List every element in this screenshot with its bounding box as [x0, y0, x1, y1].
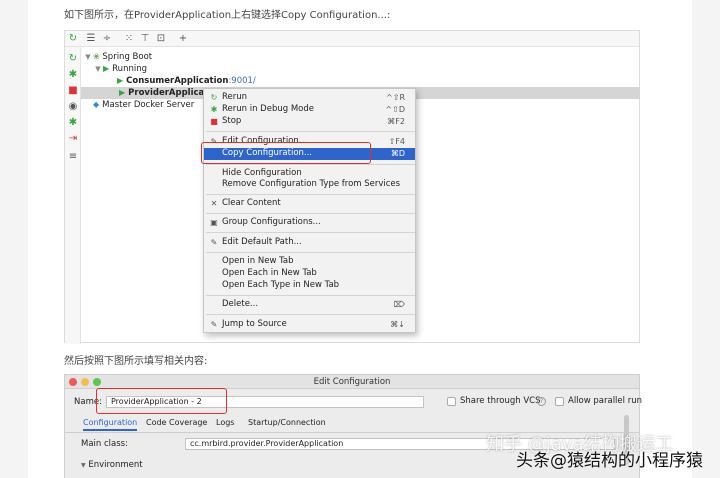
tree-spring-boot[interactable]: ▼ ❀ Spring Boot [83, 51, 152, 63]
menu-item-open-each-type-in-new-tab[interactable]: Open Each Type in New Tab [204, 280, 415, 291]
menu-item-hide-configuration[interactable]: Hide Configuration [204, 168, 415, 179]
tab-logs[interactable]: Logs [216, 417, 234, 429]
run-icon: ▶ [119, 88, 126, 97]
stop-icon: ■ [210, 117, 218, 126]
tree-running[interactable]: ▼ ▶ Running [93, 63, 147, 75]
layout-side-icon[interactable]: ≡ [67, 151, 79, 163]
annotation-highlight-name [96, 388, 227, 414]
pencil-icon: ✎ [210, 320, 218, 329]
consumer-port-link[interactable]: :9001/ [228, 76, 255, 86]
settings-side-icon[interactable]: ✱ [67, 117, 79, 129]
chevron-down-icon: ▼ [81, 462, 86, 469]
main-class-label: Main class: [81, 439, 128, 449]
camera-side-icon[interactable]: ◉ [67, 101, 79, 113]
pencil-icon: ✎ [210, 238, 218, 247]
rerun-icon[interactable]: ↻ [67, 33, 79, 45]
group-icon[interactable]: ⁙ [123, 33, 135, 45]
add-icon[interactable]: + [177, 33, 189, 45]
services-side-toolbar: ↻ ✱ ■ ◉ ✱ ⇥ ≡ [65, 47, 81, 344]
menu-item-delete[interactable]: Delete... ⌦ [204, 299, 415, 310]
tree-consumer-application[interactable]: ▶ ConsumerApplication:9001/ [117, 75, 256, 87]
menu-separator [206, 131, 415, 132]
menu-separator [206, 252, 415, 253]
share-vcs-checkbox[interactable] [447, 397, 456, 406]
help-icon[interactable]: ? [537, 397, 546, 406]
caption-top: 如下图所示，在ProviderApplication上右键选择Copy Conf… [64, 10, 391, 21]
context-menu: ↻ Rerun ^⇧R ✱ Rerun in Debug Mode ^⇧D ■ … [203, 88, 416, 333]
debug-side-icon[interactable]: ✱ [67, 69, 79, 81]
menu-item-group-configurations[interactable]: ▣ Group Configurations... [204, 217, 415, 228]
dialog-title: Edit Configuration [313, 377, 391, 387]
menu-separator [206, 213, 415, 214]
collapse-all-icon[interactable]: ÷ [101, 33, 113, 45]
page-margin-right [692, 0, 720, 478]
watermark-toutiao: 头条@猿结构的小程序猿 [516, 451, 703, 471]
menu-separator [206, 194, 415, 195]
allow-parallel-label: Allow parallel run [568, 396, 642, 406]
menu-item-remove-configuration-type[interactable]: Remove Configuration Type from Services [204, 179, 415, 190]
menu-separator [206, 232, 415, 233]
expand-arrow-icon[interactable]: ▼ [93, 63, 103, 75]
delete-key-icon: ⌦ [393, 300, 405, 309]
layout-icon[interactable]: ⊡ [155, 33, 167, 45]
menu-item-open-in-new-tab[interactable]: Open in New Tab [204, 256, 415, 267]
menu-item-rerun[interactable]: ↻ Rerun ^⇧R [204, 92, 415, 103]
tree-docker-server[interactable]: ◆ Master Docker Server [93, 99, 194, 111]
menu-item-edit-default-path[interactable]: ✎ Edit Default Path... [204, 237, 415, 248]
run-icon: ▶ [103, 64, 110, 73]
stop-side-icon[interactable]: ■ [67, 85, 79, 97]
menu-item-open-each-in-new-tab[interactable]: Open Each in New Tab [204, 268, 415, 279]
close-icon: ✕ [210, 199, 218, 208]
environment-section[interactable]: ▼ Environment [81, 459, 143, 472]
menu-item-rerun-debug[interactable]: ✱ Rerun in Debug Mode ^⇧D [204, 104, 415, 115]
debug-icon: ✱ [210, 105, 218, 114]
menu-separator [206, 295, 415, 296]
services-toolbar: ↻ ☰ ÷ ⁙ ⊤ ⊡ + [65, 31, 639, 47]
run-icon: ▶ [117, 76, 124, 85]
share-vcs-label: Share through VCS [460, 396, 541, 406]
spring-leaf-icon: ❀ [93, 52, 100, 61]
annotation-highlight-copy [201, 142, 371, 164]
rerun-side-icon[interactable]: ↻ [67, 53, 79, 65]
page-margin-left [0, 0, 28, 478]
caption-middle: 然后按照下图所示填写相关内容: [64, 356, 208, 367]
menu-item-jump-to-source[interactable]: ✎ Jump to Source ⌘↓ [204, 319, 415, 330]
tab-startup-connection[interactable]: Startup/Connection [248, 417, 326, 429]
filter-icon[interactable]: ⊤ [139, 33, 151, 45]
tab-configuration[interactable]: Configuration [83, 417, 138, 431]
menu-separator [206, 164, 415, 165]
tab-code-coverage[interactable]: Code Coverage [146, 417, 207, 429]
allow-parallel-checkbox[interactable] [555, 397, 564, 406]
rerun-icon: ↻ [210, 93, 218, 102]
expand-arrow-icon[interactable]: ▼ [83, 51, 93, 63]
docker-icon: ◆ [93, 100, 100, 109]
exit-side-icon[interactable]: ⇥ [67, 133, 79, 145]
group-icon: ▣ [210, 218, 218, 227]
expand-all-icon[interactable]: ☰ [85, 33, 97, 45]
dialog-titlebar: Edit Configuration [65, 375, 639, 389]
menu-separator [206, 314, 415, 315]
menu-item-stop[interactable]: ■ Stop ⌘F2 [204, 116, 415, 127]
menu-item-clear-content[interactable]: ✕ Clear Content [204, 198, 415, 209]
